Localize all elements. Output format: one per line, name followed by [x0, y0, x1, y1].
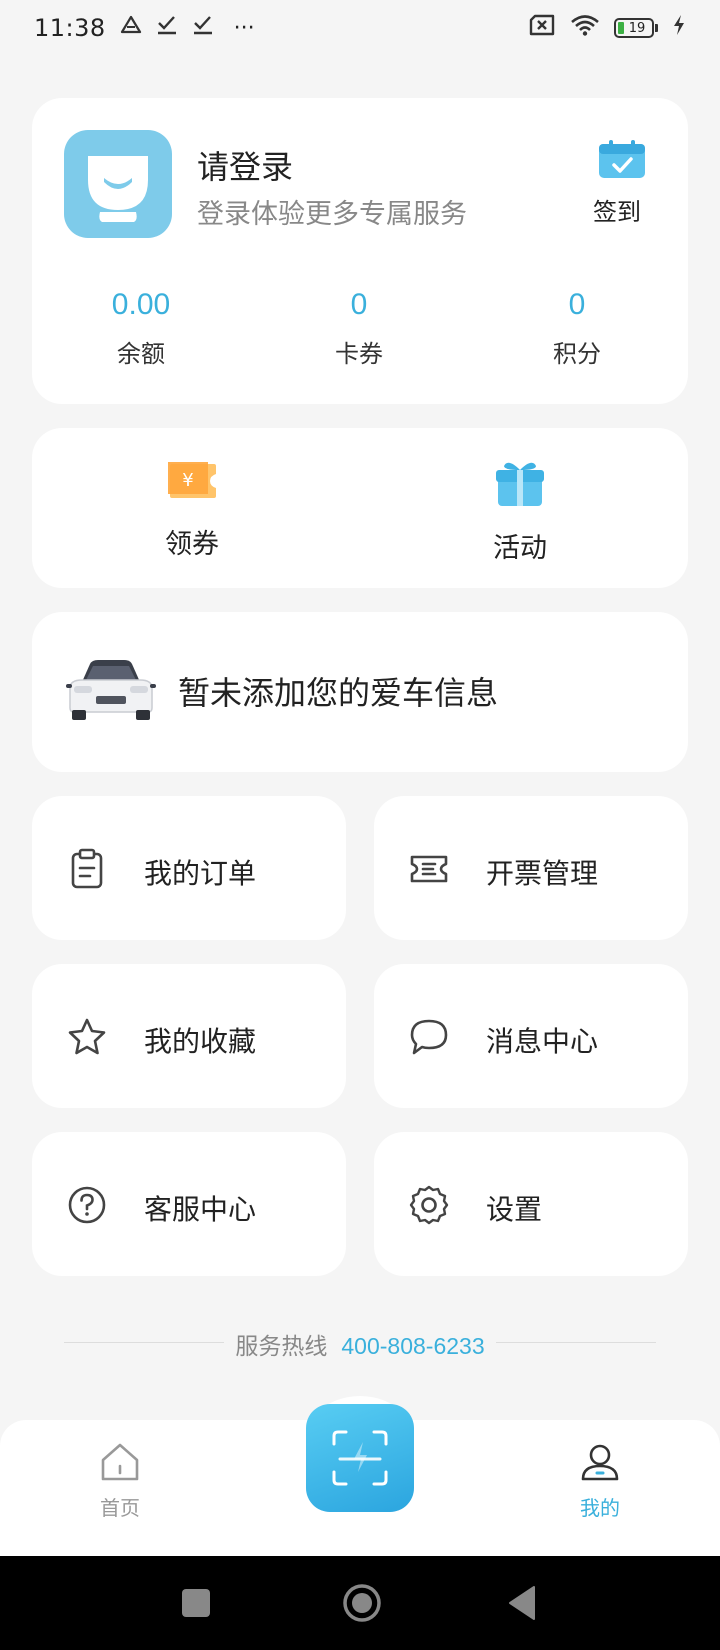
circle-icon — [343, 1584, 381, 1622]
login-prompt[interactable]: 请登录 — [197, 142, 293, 188]
stat-points[interactable]: 0 积分 — [468, 288, 686, 369]
checkin-button[interactable]: 签到 — [592, 138, 652, 227]
get-coupon-label: 领券 — [165, 529, 219, 560]
settings-label: 设置 — [486, 1193, 543, 1226]
sim-x-icon — [528, 14, 556, 42]
tab-home-label: 首页 — [100, 1496, 140, 1520]
my-orders-label: 我的订单 — [144, 857, 257, 890]
car-empty-text: 暂未添加您的爱车信息 — [178, 674, 499, 712]
user-icon — [581, 1444, 619, 1481]
stat-coupons[interactable]: 0 卡券 — [250, 288, 468, 369]
back-triangle-icon — [509, 1586, 535, 1620]
stat-label: 积分 — [553, 340, 601, 368]
wifi-icon — [570, 14, 600, 42]
home-icon — [101, 1443, 139, 1481]
message-center-button[interactable]: 消息中心 — [374, 964, 688, 1108]
stat-label: 余额 — [117, 340, 165, 368]
gift-icon — [496, 462, 544, 506]
my-favorites-button[interactable]: 我的收藏 — [32, 964, 346, 1108]
check-icon — [156, 14, 178, 42]
scan-charge-button[interactable] — [306, 1404, 414, 1512]
service-hotline: 服务热线 400-808-6233 — [64, 1323, 656, 1363]
star-icon — [68, 1018, 106, 1055]
avatar[interactable] — [64, 130, 172, 238]
back-button[interactable] — [506, 1581, 540, 1629]
tab-home[interactable]: 首页 — [60, 1440, 180, 1521]
login-subtitle: 登录体验更多专属服务 — [197, 199, 467, 230]
battery-icon: 19 — [614, 18, 658, 38]
stat-value: 0.00 — [111, 288, 171, 321]
stats-row: 0.00 余额 0 卡券 0 积分 — [32, 288, 688, 369]
invoice-management-label: 开票管理 — [486, 857, 599, 890]
gear-icon — [409, 1185, 449, 1225]
car-icon — [66, 656, 156, 726]
my-favorites-label: 我的收藏 — [144, 1025, 257, 1058]
more-notifications-icon: ··· — [233, 15, 255, 41]
svg-text:¥: ¥ — [182, 470, 193, 491]
message-center-label: 消息中心 — [486, 1025, 599, 1058]
battery-level: 19 — [628, 20, 646, 36]
home-nav-button[interactable] — [340, 1581, 384, 1629]
status-bar: 11:38 ··· 19 — [0, 0, 720, 56]
tab-mine[interactable]: 我的 — [540, 1440, 660, 1521]
tab-mine-label: 我的 — [580, 1496, 620, 1520]
car-card[interactable]: 暂未添加您的爱车信息 — [32, 612, 688, 772]
check-icon — [192, 14, 214, 42]
stat-balance[interactable]: 0.00 余额 — [32, 288, 250, 369]
stat-label: 卡券 — [335, 340, 383, 368]
system-navigation-bar — [0, 1556, 720, 1650]
calendar-check-icon — [599, 140, 645, 178]
chat-bubble-icon — [410, 1019, 448, 1055]
help-icon — [68, 1186, 106, 1224]
drive-icon — [120, 15, 142, 41]
activities-label: 活动 — [493, 533, 547, 564]
customer-service-label: 客服中心 — [144, 1193, 257, 1226]
coupon-icon: ¥ — [168, 462, 216, 498]
stat-value: 0 — [568, 288, 586, 321]
ticket-icon — [410, 855, 448, 883]
scan-charge-icon — [332, 1430, 388, 1486]
stat-value: 0 — [350, 288, 368, 321]
settings-button[interactable]: 设置 — [374, 1132, 688, 1276]
status-time: 11:38 — [34, 14, 106, 42]
recent-apps-button[interactable] — [180, 1581, 212, 1629]
customer-service-button[interactable]: 客服中心 — [32, 1132, 346, 1276]
quick-actions-card: ¥ 领券 活动 — [32, 428, 688, 588]
clipboard-icon — [71, 848, 103, 889]
profile-card: 请登录 登录体验更多专属服务 签到 0.00 余额 0 卡券 0 积分 — [32, 98, 688, 404]
invoice-management-button[interactable]: 开票管理 — [374, 796, 688, 940]
my-orders-button[interactable]: 我的订单 — [32, 796, 346, 940]
activities-button[interactable]: 活动 — [440, 458, 600, 565]
hotline-number[interactable]: 400-808-6233 — [341, 1333, 484, 1359]
charging-icon — [672, 14, 686, 42]
default-avatar-icon — [88, 156, 148, 222]
get-coupon-button[interactable]: ¥ 领券 — [112, 458, 272, 561]
square-icon — [182, 1589, 210, 1617]
checkin-label: 签到 — [593, 198, 641, 226]
hotline-label: 服务热线 — [235, 1334, 328, 1360]
